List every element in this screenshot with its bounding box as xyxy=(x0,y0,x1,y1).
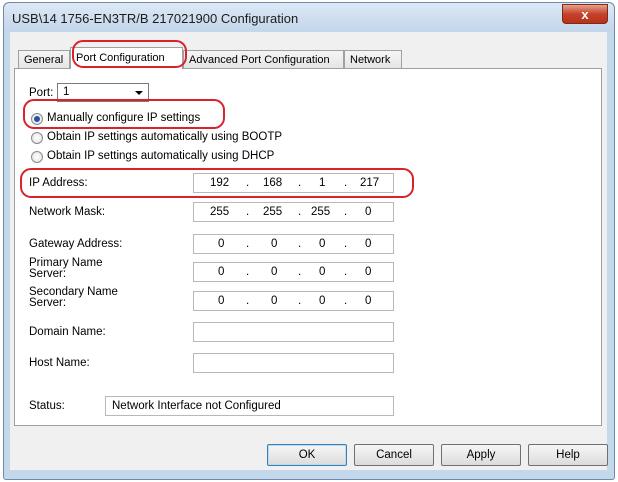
secondary-name-server-field[interactable]: 0 . 0 . 0 . 0 xyxy=(193,291,394,311)
pdns-sep-1: . xyxy=(246,266,250,278)
gw-octet-1: 0 xyxy=(218,238,225,250)
ip-octet-1: 192 xyxy=(210,177,230,189)
pdns-octet-4: 0 xyxy=(365,266,372,278)
sdns-sep-2: . xyxy=(298,295,302,307)
mask-octet-2: 255 xyxy=(263,206,283,218)
sdns-sep-3: . xyxy=(344,295,348,307)
status-value: Network Interface not Configured xyxy=(112,400,281,412)
tab-port-configuration-label: Port Configuration xyxy=(76,52,165,64)
gw-sep-3: . xyxy=(344,238,348,250)
radio-bootp-label: Obtain IP settings automatically using B… xyxy=(47,131,283,143)
gw-octet-4: 0 xyxy=(365,238,372,250)
radio-bootp[interactable]: Obtain IP settings automatically using B… xyxy=(31,130,331,146)
tab-network-label: Network xyxy=(350,54,391,66)
radio-manual-ip-label: Manually configure IP settings xyxy=(47,112,201,124)
tab-general-label: General xyxy=(24,54,64,66)
sdns-sep-1: . xyxy=(246,295,250,307)
pdns-octet-2: 0 xyxy=(271,266,278,278)
gateway-address-field[interactable]: 0 . 0 . 0 . 0 xyxy=(193,234,394,254)
port-value: 1 xyxy=(63,86,70,98)
gw-octet-2: 0 xyxy=(271,238,278,250)
title-bar[interactable]: USB\14 1756-EN3TR/B 217021900 Configurat… xyxy=(4,3,614,31)
status-field: Network Interface not Configured xyxy=(105,396,394,416)
secondary-name-server-label: Secondary Name Server: xyxy=(29,286,118,309)
primary-name-server-label: Primary Name Server: xyxy=(29,257,102,280)
ok-button[interactable]: OK xyxy=(267,444,347,466)
primary-name-server-field[interactable]: 0 . 0 . 0 . 0 xyxy=(193,262,394,282)
mask-sep-1: . xyxy=(246,206,250,218)
ip-address-field[interactable]: 192 . 168 . 1 . 217 xyxy=(193,173,394,193)
mask-octet-3: 255 xyxy=(311,206,331,218)
status-label: Status: xyxy=(29,400,65,412)
primary-name-server-label-line2: Server: xyxy=(29,268,67,280)
tab-general[interactable]: General xyxy=(18,50,70,68)
ip-octet-3: 1 xyxy=(319,177,326,189)
gw-octet-3: 0 xyxy=(319,238,326,250)
network-mask-field[interactable]: 255 . 255 . 255 . 0 xyxy=(193,202,394,222)
sdns-octet-3: 0 xyxy=(319,295,326,307)
ip-address-label: IP Address: xyxy=(29,177,88,189)
host-name-field[interactable] xyxy=(193,353,394,373)
tab-advanced-port-configuration-label: Advanced Port Configuration xyxy=(189,54,330,66)
pdns-octet-1: 0 xyxy=(218,266,225,278)
domain-name-label: Domain Name: xyxy=(29,326,106,338)
mask-octet-1: 255 xyxy=(210,206,230,218)
sdns-octet-2: 0 xyxy=(271,295,278,307)
network-mask-label: Network Mask: xyxy=(29,206,106,218)
secondary-name-server-label-line2: Server: xyxy=(29,297,67,309)
sdns-octet-4: 0 xyxy=(365,295,372,307)
gw-sep-1: . xyxy=(246,238,250,250)
mask-sep-3: . xyxy=(344,206,348,218)
radio-bootp-button[interactable] xyxy=(31,132,43,144)
pdns-sep-2: . xyxy=(298,266,302,278)
radio-dhcp-button[interactable] xyxy=(31,151,43,163)
tab-port-configuration[interactable]: Port Configuration xyxy=(70,47,183,69)
radio-manual-ip[interactable]: Manually configure IP settings xyxy=(31,111,211,127)
configuration-dialog: USB\14 1756-EN3TR/B 217021900 Configurat… xyxy=(3,2,615,480)
ip-sep-2: . xyxy=(298,177,302,189)
pdns-sep-3: . xyxy=(344,266,348,278)
domain-name-field[interactable] xyxy=(193,322,394,342)
dialog-body: General Port Configuration Advanced Port… xyxy=(10,32,608,470)
radio-manual-ip-button[interactable] xyxy=(31,113,43,125)
chevron-down-icon xyxy=(135,91,143,95)
cancel-button[interactable]: Cancel xyxy=(354,444,434,466)
tab-advanced-port-configuration[interactable]: Advanced Port Configuration xyxy=(183,50,344,68)
port-select[interactable]: 1 xyxy=(57,83,149,102)
ip-octet-2: 168 xyxy=(263,177,283,189)
tab-network[interactable]: Network xyxy=(344,50,402,68)
gw-sep-2: . xyxy=(298,238,302,250)
apply-button[interactable]: Apply xyxy=(441,444,521,466)
radio-dhcp[interactable]: Obtain IP settings automatically using D… xyxy=(31,149,331,165)
mask-octet-4: 0 xyxy=(365,206,372,218)
gateway-address-label: Gateway Address: xyxy=(29,238,123,250)
ip-sep-1: . xyxy=(246,177,250,189)
window-title: USB\14 1756-EN3TR/B 217021900 Configurat… xyxy=(12,11,299,26)
mask-sep-2: . xyxy=(298,206,302,218)
ip-octet-4: 217 xyxy=(360,177,380,189)
close-button[interactable]: x xyxy=(562,4,608,24)
sdns-octet-1: 0 xyxy=(218,295,225,307)
host-name-label: Host Name: xyxy=(29,357,90,369)
ip-sep-3: . xyxy=(344,177,348,189)
help-button[interactable]: Help xyxy=(528,444,608,466)
port-configuration-panel: Port: 1 Manually configure IP settings O… xyxy=(14,68,602,426)
pdns-octet-3: 0 xyxy=(319,266,326,278)
radio-dhcp-label: Obtain IP settings automatically using D… xyxy=(47,150,275,162)
port-label: Port: xyxy=(29,87,54,99)
close-icon: x xyxy=(581,6,589,22)
